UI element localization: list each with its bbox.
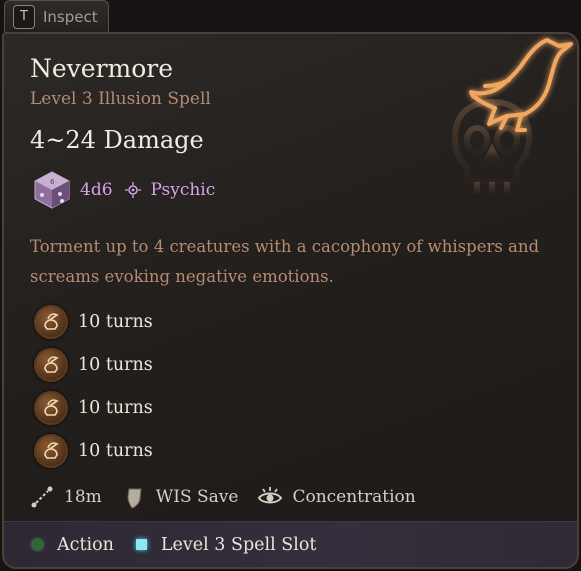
range-value: 18m bbox=[64, 487, 102, 507]
spell-stats-row: 18m WIS Save Concentration bbox=[28, 483, 434, 511]
raven-skull-icon bbox=[34, 390, 68, 425]
damage-dice: 4d6 bbox=[80, 180, 113, 200]
condition-row[interactable]: 10 turns bbox=[34, 386, 153, 429]
spell-damage: 4~24 Damage bbox=[30, 126, 204, 154]
range-stat: 18m bbox=[28, 483, 102, 511]
damage-type: Psychic bbox=[150, 180, 216, 200]
raven-skull-icon bbox=[34, 433, 68, 468]
psychic-icon bbox=[124, 182, 141, 198]
inspect-tab-label: Inspect bbox=[43, 7, 98, 26]
spell-name: Nevermore bbox=[30, 54, 174, 83]
condition-list: 10 turns 10 turns 10 turns 10 turns bbox=[34, 300, 153, 472]
condition-duration: 10 turns bbox=[78, 354, 153, 375]
damage-dice-row: 6 4d6 Psychic bbox=[32, 170, 215, 210]
concentration-label: Concentration bbox=[292, 487, 416, 507]
spell-tooltip-panel: Nevermore Level 3 Illusion Spell 4~24 Da… bbox=[2, 32, 579, 569]
inspect-hotkey-badge: T bbox=[13, 4, 35, 29]
shield-icon bbox=[127, 488, 142, 509]
spell-description: Torment up to 4 creatures with a cacopho… bbox=[30, 237, 540, 286]
svg-text:6: 6 bbox=[50, 178, 55, 186]
save-value: WIS Save bbox=[155, 487, 239, 507]
cost-footer: Action Level 3 Spell Slot bbox=[4, 521, 577, 567]
inspect-tab[interactable]: T Inspect bbox=[4, 0, 109, 32]
action-label: Action bbox=[57, 534, 114, 555]
condition-row[interactable]: 10 turns bbox=[34, 343, 153, 386]
raven-skull-icon bbox=[451, 38, 573, 194]
range-icon bbox=[31, 486, 53, 508]
spell-slot-label: Level 3 Spell Slot bbox=[160, 534, 317, 555]
spell-slot-cost: Level 3 Spell Slot bbox=[135, 534, 317, 555]
concentration-stat: Concentration bbox=[256, 483, 416, 511]
raven-skull-icon bbox=[34, 347, 68, 382]
action-dot-icon bbox=[32, 539, 43, 550]
condition-row[interactable]: 10 turns bbox=[34, 429, 153, 472]
condition-duration: 10 turns bbox=[78, 311, 153, 332]
spell-school: Level 3 Illusion Spell bbox=[30, 89, 211, 109]
raven-skull-icon bbox=[34, 304, 68, 339]
spell-slot-square-icon bbox=[135, 539, 147, 550]
save-stat: WIS Save bbox=[120, 483, 239, 511]
condition-row[interactable]: 10 turns bbox=[34, 300, 153, 343]
dice-icon: 6 bbox=[34, 171, 70, 209]
action-cost: Action bbox=[32, 535, 114, 555]
concentration-eye-icon bbox=[258, 487, 283, 504]
condition-duration: 10 turns bbox=[78, 440, 153, 461]
condition-duration: 10 turns bbox=[78, 397, 153, 418]
